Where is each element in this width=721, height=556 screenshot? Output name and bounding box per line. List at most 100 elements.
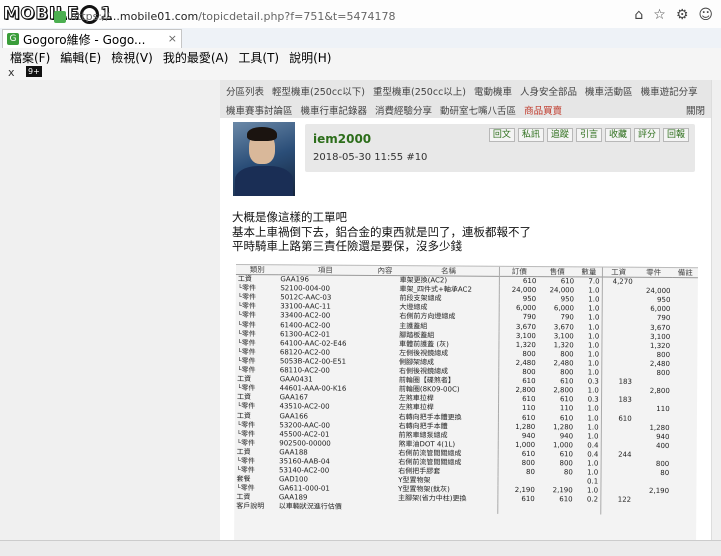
work-order-cell: 1,000 [498,440,538,450]
menu-view[interactable]: 檢視(V) [111,49,153,66]
work-order-cell [672,324,697,333]
work-order-cell: 24,000 [499,286,539,296]
browser-nav-icons: ⌂ ☆ ⚙ ☺ [634,8,713,22]
work-order-cell: └零件 [236,429,256,438]
work-order-cell: 790 [499,313,539,323]
gear-icon[interactable]: ⚙ [676,8,689,22]
work-order-cell: 3,670 [650,323,671,332]
toolbar-badge[interactable]: 9+ [26,66,42,77]
work-order-cell: 110 [559,404,574,413]
post-actions: 回文 私訊 追蹤 引言 收藏 評分 回報 [488,128,689,142]
work-order-cell [371,394,396,403]
forum-nav-link[interactable]: 輕型機車(250cc以下) [272,84,365,98]
work-order-cell: 790 [560,313,574,322]
work-order-header-cell: 零件 [634,267,673,278]
work-order-cell [371,412,396,421]
bookmark-button[interactable]: 收藏 [604,128,631,142]
forum-nav-link[interactable]: 機車活動區 [585,84,633,98]
work-order-cell: └零件 [237,284,257,293]
work-order-cell [372,276,397,286]
work-order-cell: └零件 [236,466,255,475]
work-order-cell [601,359,635,369]
work-order-cell: 0.3 [587,377,599,386]
quote-button[interactable]: 引言 [575,128,602,142]
work-order-cell [372,285,397,294]
work-order-cell [372,312,397,321]
work-order-cell: 610 [499,376,538,387]
work-order-cell [672,315,697,324]
work-order-cell: 800 [656,368,670,378]
work-order-cell [372,358,397,367]
vertical-scrollbar[interactable] [711,80,721,540]
forum-nav-link[interactable]: 機車行車記錄器 [301,103,368,117]
star-icon[interactable]: ☆ [653,8,666,22]
work-order-cell [371,467,396,476]
work-order-cell: 6,000 [650,305,671,314]
menu-tools[interactable]: 工具(T) [238,49,279,66]
work-order-cell [672,415,697,424]
menu-help[interactable]: 說明(H) [289,49,331,66]
work-order-cell [372,294,397,303]
work-order-cell [671,478,696,487]
work-order-cell: 950 [560,295,575,304]
work-order-cell: 950 [657,296,671,305]
menu-favorites[interactable]: 我的最愛(A) [163,49,229,66]
work-order-cell: 1,280 [498,422,538,432]
menu-file[interactable]: 檔案(F) [10,49,50,66]
work-order-cell: 工資 [236,493,251,502]
work-order-cell: 4,270 [602,277,635,287]
work-order-cell: 53200-AAC-00 [279,420,331,430]
work-order-cell [601,386,634,397]
work-order-cell: 2,190 [552,486,573,495]
tab-gogoro[interactable]: G Gogoro維修 - Gogo... × [2,29,182,48]
smiley-icon[interactable]: ☺ [698,8,713,22]
forum-nav-close-link[interactable]: 關閉 [686,103,705,117]
work-order-cell: └零件 [237,366,256,375]
work-order-cell: 1.0 [588,286,600,295]
avatar[interactable] [233,122,295,196]
work-order-cell: 7.0 [588,277,600,286]
work-order-cell: 1,000 [552,440,574,450]
work-order-header-cell: 售價 [538,267,577,277]
work-order-cell: 2,800 [649,387,670,396]
report-button[interactable]: 回報 [662,128,689,142]
work-order-cell [672,342,697,351]
work-order-cell [672,351,697,360]
forum-nav-link-marketplace[interactable]: 商品買賣 [524,103,562,117]
work-order-cell: 122 [600,495,634,506]
work-order-cell: 610 [559,413,574,422]
work-order-cell: 套餐 [236,475,251,484]
work-order-cell [498,476,537,487]
forum-nav-link[interactable]: 消費經驗分享 [375,103,432,117]
work-order-cell: 0.1 [587,477,599,486]
forum-nav-link[interactable]: 分區列表 [226,84,264,98]
forum-nav-link[interactable]: 機車賽事討論區 [226,103,293,117]
reply-button[interactable]: 回文 [488,128,515,142]
work-order-cell: GAA166 [279,411,309,421]
follow-button[interactable]: 追蹤 [546,128,573,142]
forum-nav-link[interactable]: 動研室七嘴八舌區 [440,103,516,117]
work-order-cell [372,385,397,394]
post-username[interactable]: iem2000 [313,132,371,146]
message-button[interactable]: 私訊 [517,128,544,142]
work-order-cell: └零件 [236,402,256,411]
url-field[interactable]: https://...mobile01.com/topicdetail.php?… [70,10,395,23]
work-order-cell: 800 [559,459,573,468]
work-order-cell: 右轉向把手本體 [398,421,448,431]
menu-edit[interactable]: 編輯(E) [60,49,101,66]
work-order-cell: 1,320 [499,340,538,350]
work-order-cell: 1.0 [587,368,599,377]
work-order-cell [633,478,671,487]
toolbar-x-button[interactable]: x [8,66,15,79]
work-order-cell: 2,190 [498,486,537,496]
post-meta: 2018-05-30 11:55 #10 [313,152,427,163]
forum-nav-link[interactable]: 人身安全部品 [520,84,577,98]
site-favicon-icon [54,11,66,23]
forum-nav-link[interactable]: 重型機車(250cc以上) [373,84,466,98]
forum-nav-link[interactable]: 機車遊記分享 [641,84,698,98]
forum-nav-link[interactable]: 電動機車 [474,84,512,98]
rate-button[interactable]: 評分 [633,128,660,142]
tab-close-button[interactable]: × [168,32,177,45]
work-order-cell [671,469,696,478]
home-icon[interactable]: ⌂ [634,8,643,22]
